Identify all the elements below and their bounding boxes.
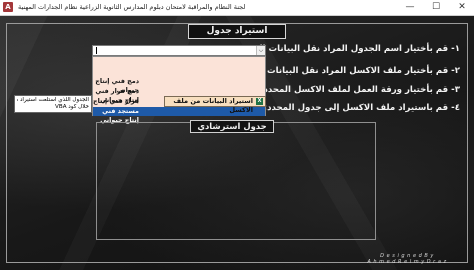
window-title-bar: A لجنة النظام والمراقبة لامتحان دبلوم ال… xyxy=(0,0,474,16)
table-select-combo[interactable]: ⌵ xyxy=(92,45,266,56)
step-1-label: ١- قم بأختيار اسم الجدول المراد نقل البي… xyxy=(244,44,460,54)
chevron-down-icon[interactable]: ⌵ xyxy=(256,46,265,55)
step-2-label: ٢- قم بأختيار ملف الاكسل المراد نقل البي… xyxy=(243,66,460,76)
dropdown-option[interactable]: دمج قرار فني إنتاج حيواني xyxy=(93,87,265,104)
guide-table-title: جدول استرشادي xyxy=(190,120,274,133)
form-canvas: استيراد جدول ١- قم بأختيار اسم الجدول ال… xyxy=(0,16,474,270)
close-button[interactable]: ✕ xyxy=(452,0,472,15)
guide-table-subform xyxy=(96,122,376,240)
window-title: لجنة النظام والمراقبة لامتحان دبلوم المد… xyxy=(18,3,246,11)
vba-info-line-2: خلال كود VBA xyxy=(55,104,89,110)
maximize-button[interactable]: ☐ xyxy=(426,0,446,15)
text-caret xyxy=(96,47,97,54)
access-app-icon: A xyxy=(3,2,13,12)
import-excel-button[interactable]: X استيراد البيانات من ملف الاكسل xyxy=(164,96,266,114)
credit-line-2: A h m e d R e l m y D r a z xyxy=(367,259,447,265)
minimize-button[interactable]: — xyxy=(400,0,420,15)
vba-info-note: الجدول اللذي استلعت استيراد من خلال كود … xyxy=(14,95,92,113)
designer-credit: D e s i g n e d B y A h m e d R e l m y … xyxy=(362,253,452,265)
excel-icon: X xyxy=(256,98,263,105)
step-3-label: ٣- قم بأختيار ورقة العمل لملف الاكسل الم… xyxy=(260,85,460,95)
vba-info-line-1: الجدول اللذي استلعت استيراد من xyxy=(17,97,89,103)
step-4-label: ٤- قم باستيراد ملف الاكسل إلى جدول المحد… xyxy=(263,103,460,113)
dropdown-option[interactable]: دمج فني إنتاج حيواني xyxy=(93,77,265,94)
form-header: استيراد جدول xyxy=(188,24,286,39)
